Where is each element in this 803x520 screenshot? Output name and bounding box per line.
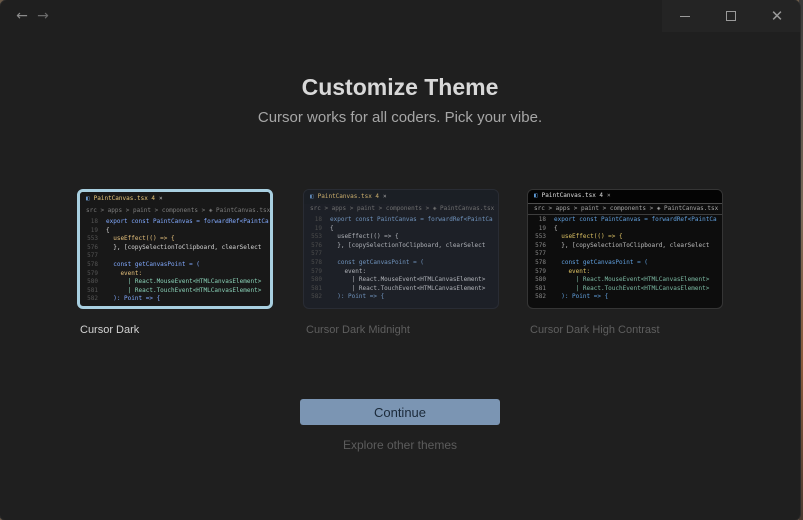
theme-name: Cursor Dark High Contrast [530,324,660,336]
maximize-icon [726,11,736,21]
code-line: const getCanvasPoint = ( [330,258,424,266]
code-line: ): Point => { [106,295,161,303]
code-line: useEffect(() => { [554,233,623,241]
code-line: export const PaintCanvas = forwardRef<Pa… [330,216,493,223]
code-line: event: [106,269,143,277]
explore-other-themes-link[interactable]: Explore other themes [0,438,800,452]
code-preview: 18 export const PaintCanvas = forwardRef<… [528,215,722,302]
continue-button[interactable]: Continue [300,399,500,425]
code-line: | React.MouseEvent<HTMLCanvasElement> [330,276,486,284]
line-number: 553 [87,235,98,243]
code-line: export const PaintCanvas = forwardRef<Pa… [554,216,717,223]
theme-preview[interactable]: ◧ PaintCanvas.tsx 4 × src > apps > paint… [527,189,723,309]
code-line: event: [554,267,591,275]
line-number: 579 [535,267,546,275]
line-number: 580 [87,278,98,286]
line-number: 577 [535,250,546,258]
editor-tab: ◧ PaintCanvas.tsx 4 × [304,190,498,204]
code-line: }, [copySelectionToClipboard, clearSelec… [330,241,486,249]
line-number: 581 [535,284,546,292]
line-number: 553 [311,233,322,241]
maximize-button[interactable] [708,0,754,32]
code-line: useEffect(() => { [330,233,399,241]
breadcrumb: src > apps > paint > components > ◈ Pain… [86,207,270,215]
window-controls: ✕ [662,0,800,32]
theme-option-cursor-dark-high-contrast[interactable]: ◧ PaintCanvas.tsx 4 × src > apps > paint… [527,189,723,336]
line-number: 577 [311,250,322,258]
code-line: { [554,224,558,232]
line-number: 553 [535,233,546,241]
code-line: | React.TouchEvent<HTMLCanvasElement> [106,286,262,294]
theme-option-cursor-dark[interactable]: ◧ PaintCanvas.tsx 4 × src > apps > paint… [77,189,273,336]
theme-preview[interactable]: ◧ PaintCanvas.tsx 4 × src > apps > paint… [303,189,499,309]
code-line: const getCanvasPoint = ( [554,258,648,266]
file-icon: ◧ [534,192,538,200]
line-number: 18 [538,216,546,223]
code-line: { [330,224,334,232]
line-number: 19 [314,224,322,232]
code-line: ): Point => { [554,293,609,301]
close-icon: ✕ [770,6,784,25]
title-bar: ← → ✕ [0,0,800,32]
code-line: }, [copySelectionToClipboard, clearSelec… [554,241,710,249]
editor-tab: ◧ PaintCanvas.tsx 4 × [528,190,722,204]
code-preview: 18 export const PaintCanvas = forwardRef<… [80,217,270,304]
close-button[interactable]: ✕ [754,0,800,32]
line-number: 18 [314,216,322,223]
line-number: 580 [535,276,546,284]
line-number: 579 [87,269,98,277]
line-number: 18 [90,218,98,225]
onboarding-window: ← → ✕ Customize Theme Cursor works for a… [0,0,800,520]
file-icon: ◧ [86,194,90,202]
line-number: 580 [311,276,322,284]
page-title: Customize Theme [301,74,499,100]
theme-name: Cursor Dark [80,324,140,336]
minimize-icon [680,15,690,17]
back-arrow-icon[interactable]: ← [14,8,30,24]
forward-arrow-icon[interactable]: → [35,8,51,24]
editor-tab: ◧ PaintCanvas.tsx 4 × [80,192,270,206]
line-number: 578 [535,258,546,266]
line-number: 581 [311,284,322,292]
line-number: 582 [311,293,322,301]
tab-label: PaintCanvas.tsx 4 [541,192,604,200]
breadcrumb: src > apps > paint > components > ◈ Pain… [528,204,722,215]
minimize-button[interactable] [662,0,708,32]
line-number: 582 [87,295,98,303]
tab-close-icon: × [383,192,387,200]
code-line: { [106,226,110,234]
file-icon: ◧ [310,192,314,200]
line-number: 582 [535,293,546,301]
line-number: 579 [311,267,322,275]
theme-option-cursor-dark-midnight[interactable]: ◧ PaintCanvas.tsx 4 × src > apps > paint… [303,189,499,336]
code-line: | React.MouseEvent<HTMLCanvasElement> [106,278,262,286]
line-number: 576 [311,241,322,249]
code-line: const getCanvasPoint = ( [106,260,200,268]
line-number: 19 [538,224,546,232]
tab-label: PaintCanvas.tsx 4 [93,194,156,202]
line-number: 19 [90,226,98,234]
breadcrumb: src > apps > paint > components > ◈ Pain… [310,205,498,213]
code-preview: 18 export const PaintCanvas = forwardRef<… [304,215,498,302]
code-line: | React.MouseEvent<HTMLCanvasElement> [554,276,710,284]
tab-close-icon: × [607,192,611,200]
code-line: | React.TouchEvent<HTMLCanvasElement> [330,284,486,292]
code-line: | React.TouchEvent<HTMLCanvasElement> [554,284,710,292]
line-number: 581 [87,286,98,294]
line-number: 577 [87,252,98,260]
page-subtitle: Cursor works for all coders. Pick your v… [257,109,543,126]
code-line: export const PaintCanvas = forwardRef<Pa… [106,218,269,225]
line-number: 576 [87,243,98,251]
code-line: event: [330,267,367,275]
line-number: 578 [87,260,98,268]
line-number: 576 [535,241,546,249]
tab-label: PaintCanvas.tsx 4 [317,192,380,200]
theme-preview[interactable]: ◧ PaintCanvas.tsx 4 × src > apps > paint… [77,189,273,309]
tab-close-icon: × [159,194,163,202]
code-line: }, [copySelectionToClipboard, clearSelec… [106,243,262,251]
theme-name: Cursor Dark Midnight [306,324,410,336]
code-line: ): Point => { [330,293,385,301]
code-line: useEffect(() => { [106,235,175,243]
line-number: 578 [311,258,322,266]
